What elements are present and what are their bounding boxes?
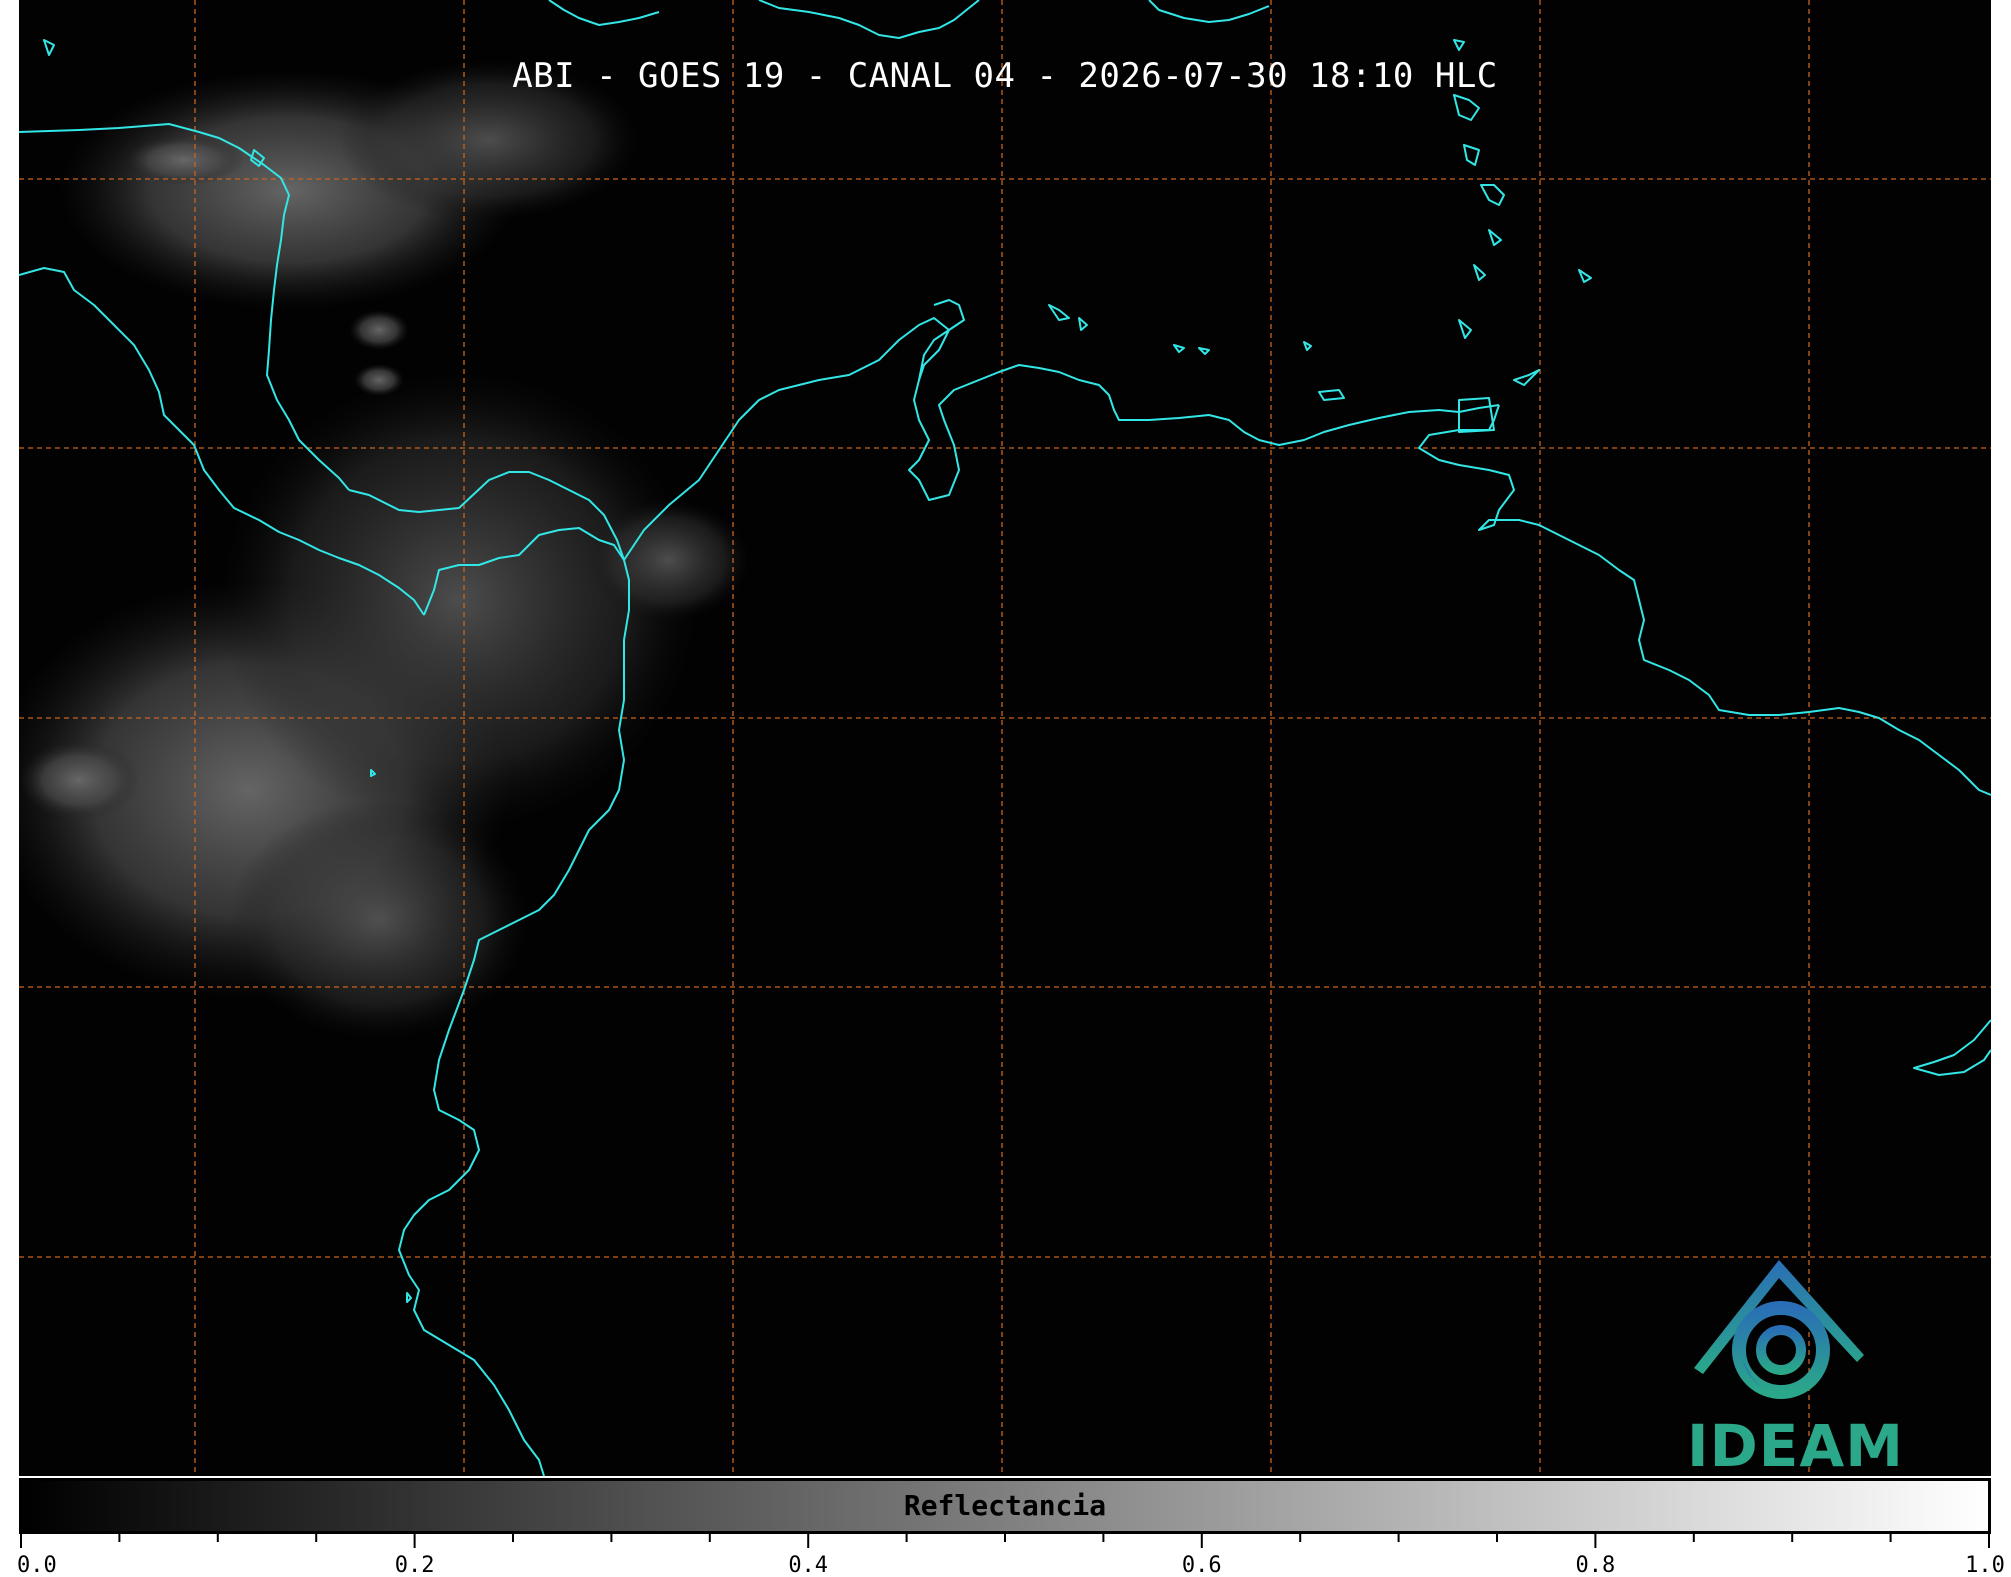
- map-panel: ABI - GOES 19 - CANAL 04 - 2026-07-30 18…: [19, 0, 1991, 1476]
- coastline-lesser-antilles-7: [1458, 319, 1472, 339]
- coastline-gulf-islands: [43, 39, 55, 56]
- cloud-mass-south: [229, 800, 529, 1040]
- coastline-cuba: [548, 0, 660, 26]
- colorbar-tick-label: 0.0: [17, 1553, 57, 1577]
- coastline-tobago: [1513, 369, 1540, 386]
- cloud-patch-east: [589, 500, 749, 620]
- colorbar-tick-label: 0.2: [394, 1553, 435, 1577]
- colorbar-tick-label: 0.8: [1575, 1553, 1616, 1577]
- coastline-island-3: [1173, 344, 1185, 353]
- coastline-guajira: [918, 299, 965, 381]
- coastline-island-1: [1048, 304, 1070, 321]
- coastline-island-6: [1318, 389, 1345, 401]
- coastline-lesser-antilles-4: [1480, 184, 1505, 206]
- cloud-cell-2: [354, 364, 404, 396]
- cloud-cell-1: [349, 310, 409, 350]
- cloud-cell-4: [19, 740, 139, 820]
- coastline-isla-gorgona: [406, 1292, 412, 1303]
- map-title: ABI - GOES 19 - CANAL 04 - 2026-07-30 18…: [512, 56, 1498, 96]
- coastline-lesser-antilles-5: [1488, 229, 1502, 246]
- coastline-island-4: [1198, 347, 1210, 355]
- coastline-hispaniola: [758, 0, 980, 39]
- colorbar-tick-label: 0.4: [788, 1553, 829, 1577]
- coastline-caribbean-colombia: [623, 317, 1500, 561]
- ideam-logo-text: IDEAM: [1687, 1412, 1904, 1476]
- colorbar: Reflectancia: [19, 1478, 1991, 1534]
- colorbar-tick-label: 0.6: [1181, 1553, 1222, 1577]
- coastline-northeast-brazil: [1913, 1019, 1991, 1076]
- colorbar-ticks: [20, 1534, 1990, 1548]
- cloud-layer: [19, 60, 749, 1040]
- coastline-lesser-antilles-6: [1473, 264, 1486, 281]
- coastline-lesser-antilles-1: [1453, 39, 1465, 51]
- coastline-trinidad: [1458, 397, 1495, 433]
- colorbar-tick-label: 1.0: [1965, 1553, 2005, 1577]
- coastline-puerto-rico: [1148, 0, 1270, 23]
- satellite-image-view: ABI - GOES 19 - CANAL 04 - 2026-07-30 18…: [0, 0, 2011, 1577]
- coastline-lesser-antilles-2: [1453, 94, 1480, 121]
- coastline-lesser-antilles-3: [1463, 144, 1480, 166]
- coastline-barbados: [1578, 269, 1592, 283]
- coastline-venezuela-east: [1418, 404, 1991, 796]
- coastline-island-5: [1303, 341, 1312, 351]
- coastline-island-2: [1078, 317, 1088, 331]
- colorbar-label: Reflectancia: [903, 1489, 1107, 1522]
